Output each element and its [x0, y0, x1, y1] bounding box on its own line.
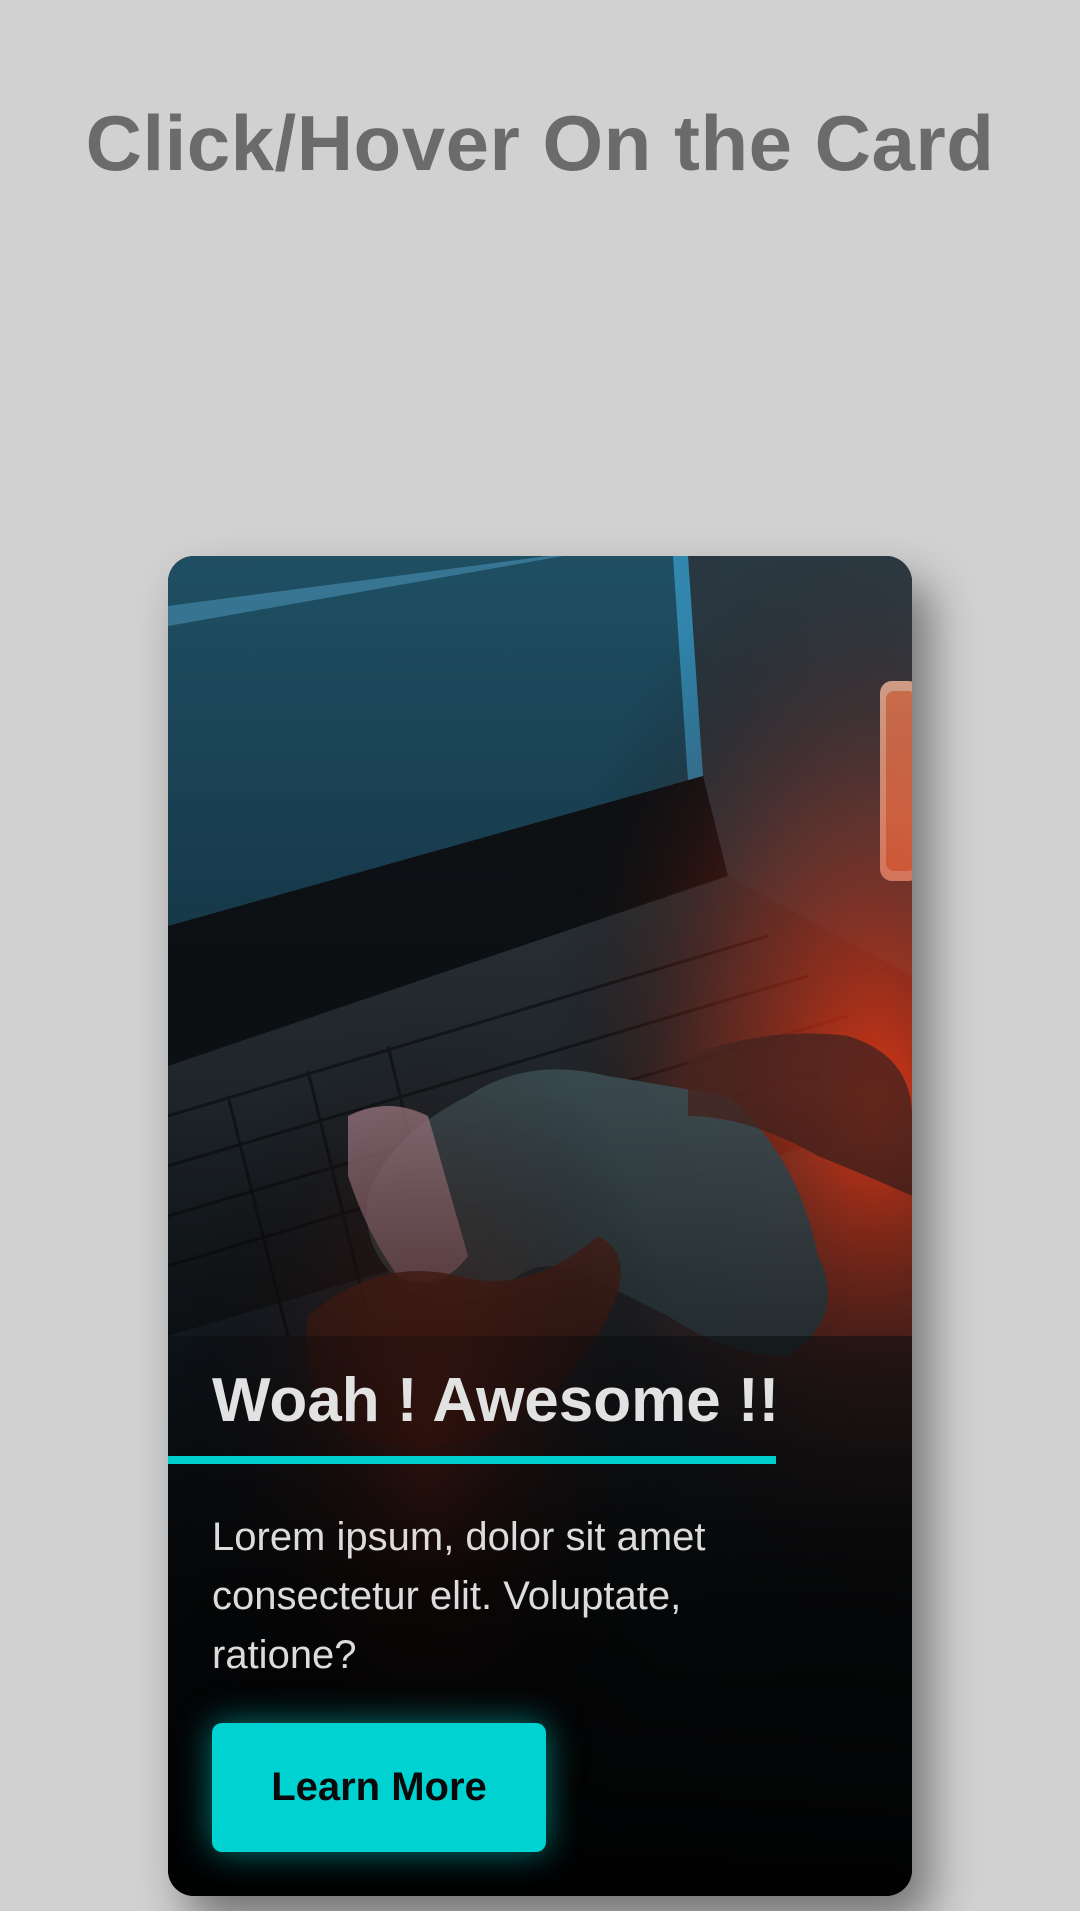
- feature-card[interactable]: Woah ! Awesome !! Lorem ipsum, dolor sit…: [168, 556, 912, 1896]
- card-title: Woah ! Awesome !!: [212, 1366, 780, 1435]
- card-description: Lorem ipsum, dolor sit amet consectetur …: [212, 1515, 706, 1677]
- title-underline: [168, 1456, 776, 1464]
- card-content: Woah ! Awesome !! Lorem ipsum, dolor sit…: [168, 556, 912, 1896]
- learn-more-button[interactable]: Learn More: [212, 1723, 546, 1852]
- page-title: Click/Hover On the Card: [85, 99, 995, 187]
